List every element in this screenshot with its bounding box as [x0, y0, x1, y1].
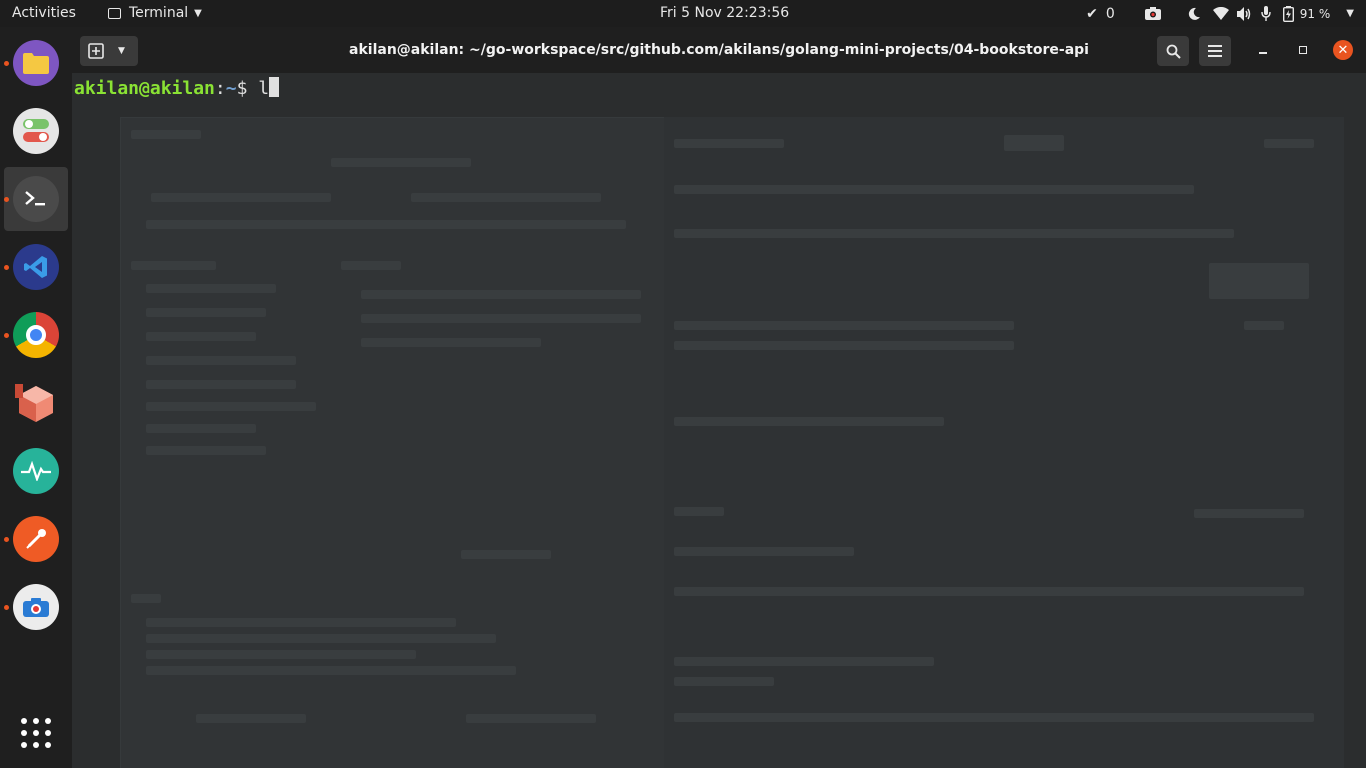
text-cursor	[269, 77, 280, 97]
vscode-icon	[13, 244, 59, 290]
dock-item-system-monitor[interactable]	[0, 439, 72, 503]
minimize-icon	[1259, 52, 1267, 54]
system-tray[interactable]: ✔ 0 91 % ▼	[1078, 0, 1366, 27]
new-tab-icon	[88, 43, 104, 59]
check-icon: ✔	[1086, 5, 1098, 22]
postman-icon	[13, 516, 59, 562]
new-tab-button[interactable]: ▼	[80, 36, 138, 66]
files-icon	[13, 40, 59, 86]
dock-item-settings[interactable]	[0, 99, 72, 163]
hamburger-icon	[1208, 45, 1222, 57]
chrome-icon	[13, 312, 59, 358]
minimize-button[interactable]	[1253, 40, 1273, 60]
activity-monitor-icon	[13, 448, 59, 494]
volume-icon[interactable]	[1236, 6, 1253, 21]
prompt-symbol: $	[236, 78, 259, 99]
search-icon	[1166, 44, 1181, 59]
night-light-icon[interactable]	[1187, 7, 1201, 21]
shell-prompt-line[interactable]: akilan@akilan:~$ l	[74, 77, 280, 101]
prompt-separator: :	[214, 78, 226, 99]
running-indicator	[4, 61, 9, 66]
maximize-icon	[1299, 46, 1307, 54]
battery[interactable]: 91 %	[1282, 5, 1331, 22]
app-menu[interactable]: Terminal ▼	[108, 0, 202, 27]
grid-icon	[21, 718, 51, 748]
show-applications-button[interactable]	[0, 701, 72, 765]
close-icon: ✕	[1337, 42, 1349, 58]
terminal-icon	[108, 8, 121, 19]
activities-button[interactable]: Activities	[12, 0, 76, 27]
terminal-headerbar: ▼ akilan@akilan: ~/go-workspace/src/gith…	[72, 27, 1366, 73]
dock	[0, 27, 72, 768]
prompt-path: ~	[225, 78, 237, 99]
background-window-ghost	[120, 117, 667, 768]
running-indicator	[4, 333, 9, 338]
top-bar: Activities Terminal ▼ Fri 5 Nov 22:23:56…	[0, 0, 1366, 27]
background-window-ghost	[664, 117, 1344, 768]
window-title: akilan@akilan: ~/go-workspace/src/github…	[349, 42, 1089, 58]
dock-item-box-app[interactable]	[0, 371, 72, 435]
running-indicator	[4, 605, 9, 610]
dock-item-terminal[interactable]	[4, 167, 68, 231]
dock-item-screenshot[interactable]	[0, 575, 72, 639]
prompt-user: akilan@akilan	[74, 78, 215, 99]
microphone-icon[interactable]	[1261, 6, 1271, 21]
maximize-button[interactable]	[1293, 40, 1313, 60]
notifications[interactable]: ✔ 0	[1086, 6, 1115, 22]
running-indicator	[4, 265, 9, 270]
battery-charging-icon	[1282, 5, 1294, 22]
terminal-app-icon	[13, 176, 59, 222]
caret-down-icon: ▼	[194, 8, 202, 19]
command-input[interactable]: l	[258, 78, 269, 99]
chevron-down-icon[interactable]: ▼	[118, 46, 125, 56]
dock-item-postman[interactable]	[0, 507, 72, 571]
dock-item-files[interactable]	[0, 31, 72, 95]
system-menu-caret-icon[interactable]: ▼	[1346, 8, 1354, 19]
notifications-count: 0	[1105, 5, 1115, 22]
terminal-window: ▼ akilan@akilan: ~/go-workspace/src/gith…	[72, 27, 1366, 768]
screen-record-icon[interactable]	[1144, 7, 1161, 20]
close-button[interactable]: ✕	[1333, 40, 1353, 60]
box-3d-icon	[13, 380, 59, 426]
app-menu-label: Terminal	[129, 5, 189, 21]
running-indicator	[4, 197, 9, 202]
dock-item-chrome[interactable]	[0, 303, 72, 367]
terminal-content[interactable]: akilan@akilan:~$ l	[72, 73, 1366, 768]
camera-icon	[13, 584, 59, 630]
running-indicator	[4, 537, 9, 542]
search-button[interactable]	[1157, 36, 1189, 66]
wifi-icon[interactable]	[1212, 7, 1229, 20]
toggle-settings-icon	[13, 108, 59, 154]
menu-button[interactable]	[1199, 36, 1231, 66]
clock[interactable]: Fri 5 Nov 22:23:56	[660, 0, 789, 27]
dock-item-vscode[interactable]	[0, 235, 72, 299]
battery-level: 91 %	[1299, 6, 1331, 21]
